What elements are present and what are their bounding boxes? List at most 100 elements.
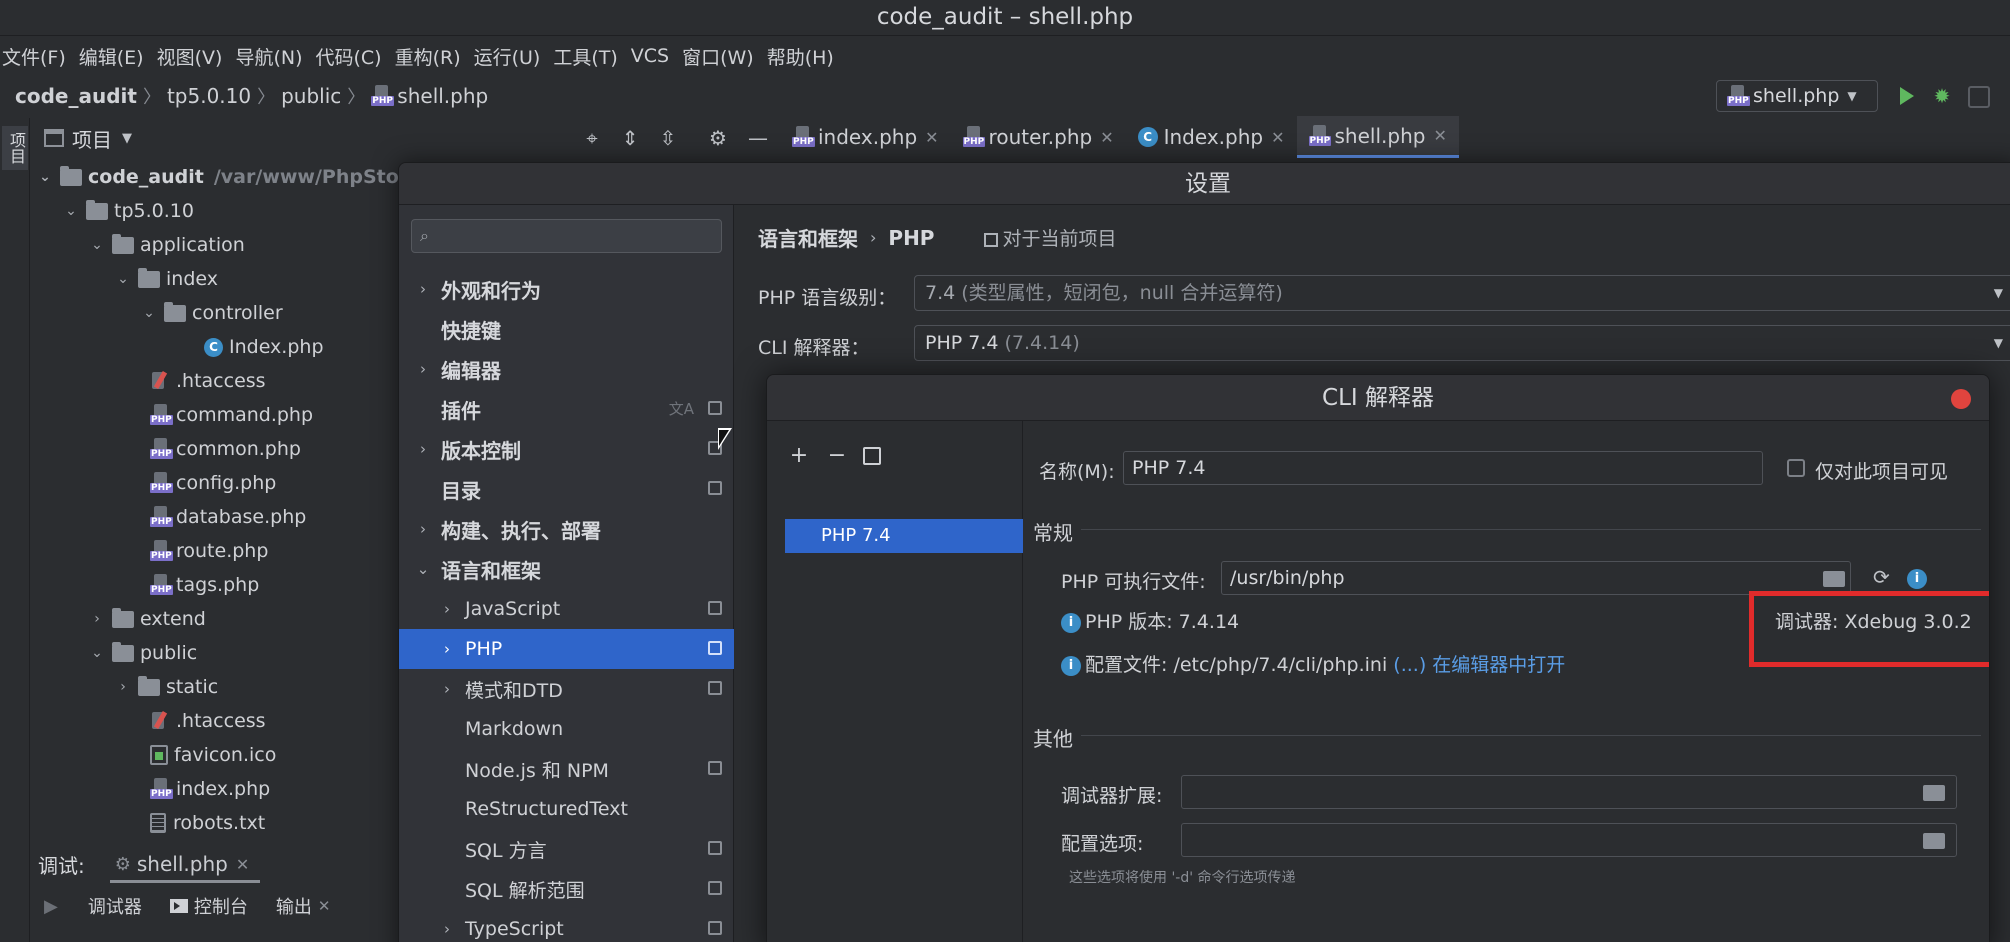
copy-icon[interactable] [863, 447, 881, 465]
config-file-more-link[interactable]: (...) [1393, 654, 1426, 676]
php-level-select[interactable]: 7.4 (类型属性，短闭包，null 合并运算符) ▼ [914, 275, 2010, 311]
chevron-down-icon[interactable]: ⌄ [86, 237, 108, 253]
tab-debugger[interactable]: 调试器 [88, 893, 142, 919]
settings-item-appearance[interactable]: › 外观和行为 [399, 269, 734, 309]
settings-item-schemas[interactable]: › 模式和DTD [399, 669, 734, 709]
tab-router-php[interactable]: router.php ✕ [951, 116, 1126, 158]
tab-shell-php[interactable]: shell.php ✕ [1296, 116, 1459, 158]
close-icon[interactable]: ✕ [236, 855, 249, 874]
settings-item-directories[interactable]: 目录 [399, 469, 734, 509]
menu-vcs[interactable]: VCS [631, 45, 669, 67]
browse-folder-icon[interactable] [1923, 833, 1945, 849]
breadcrumb-project[interactable]: code_audit [15, 84, 137, 108]
stop-icon[interactable] [1968, 86, 1990, 108]
debug-session-tab[interactable]: shell.php [137, 852, 228, 876]
collapse-all-icon[interactable]: ⇳ [654, 124, 682, 152]
chevron-down-icon[interactable]: ⌄ [86, 645, 108, 661]
menu-edit[interactable]: 编辑(E) [79, 43, 144, 70]
chevron-down-icon[interactable]: ⌄ [60, 203, 82, 219]
tree-item[interactable]: database.php [150, 500, 306, 534]
tree-item[interactable]: C Index.php [204, 330, 324, 364]
breadcrumb-parent[interactable]: 语言和框架 [758, 223, 858, 252]
tab-index-php[interactable]: index.php ✕ [780, 116, 951, 158]
run-configuration-select[interactable]: shell.php ▼ [1716, 80, 1878, 112]
settings-item-typescript[interactable]: › TypeScript [399, 909, 734, 942]
close-icon[interactable]: ✕ [1433, 126, 1446, 145]
settings-item-languages[interactable]: ⌄ 语言和框架 [399, 549, 734, 589]
chevron-right-icon[interactable]: › [112, 679, 134, 695]
name-field[interactable]: PHP 7.4 [1123, 451, 1763, 485]
tree-item[interactable]: ⌄ public [86, 636, 197, 670]
close-icon[interactable]: ✕ [1271, 128, 1284, 147]
close-icon[interactable]: ✕ [925, 128, 938, 147]
tree-item[interactable]: common.php [150, 432, 301, 466]
cli-interpreter-select[interactable]: PHP 7.4 (7.4.14) ▼ [914, 325, 2010, 361]
tree-item[interactable]: route.php [150, 534, 268, 568]
tree-item-root[interactable]: ⌄ code_audit /var/www/PhpStorm [34, 160, 428, 194]
breadcrumb-file[interactable]: shell.php [397, 84, 488, 108]
tree-item[interactable]: index.php [150, 772, 270, 806]
browse-folder-icon[interactable] [1823, 571, 1845, 587]
tree-item[interactable]: favicon.ico [150, 738, 276, 772]
reload-icon[interactable]: ⟳ [1873, 565, 1890, 589]
chevron-down-icon[interactable]: ⌄ [138, 305, 160, 321]
project-panel-title[interactable]: 项目 [72, 124, 112, 153]
resume-icon[interactable]: ▶︎ [44, 896, 58, 917]
settings-item-vcs[interactable]: › 版本控制 [399, 429, 734, 469]
settings-item-restructuredtext[interactable]: ReStructuredText [399, 789, 734, 829]
tree-item[interactable]: .htaccess [150, 364, 266, 398]
tree-item[interactable]: › static [112, 670, 218, 704]
settings-item-build[interactable]: › 构建、执行、部署 [399, 509, 734, 549]
tree-item[interactable]: robots.txt [150, 806, 265, 840]
settings-item-editor[interactable]: › 编辑器 [399, 349, 734, 389]
tree-item[interactable]: tags.php [150, 568, 259, 602]
settings-item-sql-dialects[interactable]: SQL 方言 [399, 829, 734, 869]
tab-console[interactable]: 控制台 [194, 893, 248, 919]
add-icon[interactable]: + [787, 443, 811, 468]
executable-field[interactable]: /usr/bin/php [1221, 561, 1851, 595]
breadcrumb-folder-tp[interactable]: tp5.0.10 [167, 84, 251, 108]
chevron-down-icon[interactable]: ⌄ [112, 271, 134, 287]
remove-icon[interactable]: − [825, 443, 849, 468]
tab-output[interactable]: 输出 [276, 893, 312, 919]
minimize-icon[interactable]: — [744, 124, 772, 152]
menu-navigate[interactable]: 导航(N) [235, 43, 302, 70]
run-icon[interactable] [1894, 84, 1918, 108]
tree-item[interactable]: ⌄ application [86, 228, 245, 262]
visible-only-checkbox[interactable] [1787, 459, 1805, 477]
chevron-down-icon[interactable]: ▼ [122, 131, 132, 146]
project-tool-button[interactable]: 项目 [2, 126, 28, 170]
debug-bug-icon[interactable]: ✹ [1930, 84, 1954, 108]
menu-tools[interactable]: 工具(T) [553, 43, 617, 70]
locate-file-icon[interactable]: ⌖ [578, 124, 606, 152]
menu-refactor[interactable]: 重构(R) [395, 43, 461, 70]
chevron-right-icon[interactable]: › [86, 611, 108, 627]
chevron-down-icon[interactable]: ⌄ [34, 169, 56, 185]
tree-item[interactable]: config.php [150, 466, 276, 500]
tree-item[interactable]: ⌄ controller [138, 296, 283, 330]
settings-item-sql-resolution[interactable]: SQL 解析范围 [399, 869, 734, 909]
tree-item[interactable]: ⌄ tp5.0.10 [60, 194, 194, 228]
tree-item[interactable]: › extend [86, 602, 206, 636]
browse-folder-icon[interactable] [1923, 785, 1945, 801]
settings-item-nodejs[interactable]: Node.js 和 NPM [399, 749, 734, 789]
settings-search-input[interactable] [442, 222, 717, 250]
config-options-field[interactable] [1181, 823, 1957, 857]
menu-code[interactable]: 代码(C) [315, 43, 381, 70]
debugger-extension-field[interactable] [1181, 775, 1957, 809]
close-icon[interactable] [1951, 389, 1971, 409]
settings-item-php[interactable]: › PHP [399, 629, 734, 669]
settings-item-markdown[interactable]: Markdown [399, 709, 734, 749]
tree-item[interactable]: command.php [150, 398, 313, 432]
settings-search[interactable]: ⌕ [411, 219, 722, 253]
menu-window[interactable]: 窗口(W) [682, 43, 754, 70]
breadcrumb-folder-public[interactable]: public [281, 84, 341, 108]
tree-item[interactable]: .htaccess [150, 704, 266, 738]
settings-item-keymap[interactable]: 快捷键 [399, 309, 734, 349]
menu-view[interactable]: 视图(V) [157, 43, 223, 70]
close-icon[interactable]: ✕ [1100, 128, 1113, 147]
tab-index-class[interactable]: C Index.php ✕ [1126, 116, 1297, 158]
open-in-editor-link[interactable]: 在编辑器中打开 [1432, 654, 1565, 676]
gear-icon[interactable]: ⚙ [704, 124, 732, 152]
info-icon[interactable]: i [1907, 567, 1931, 589]
